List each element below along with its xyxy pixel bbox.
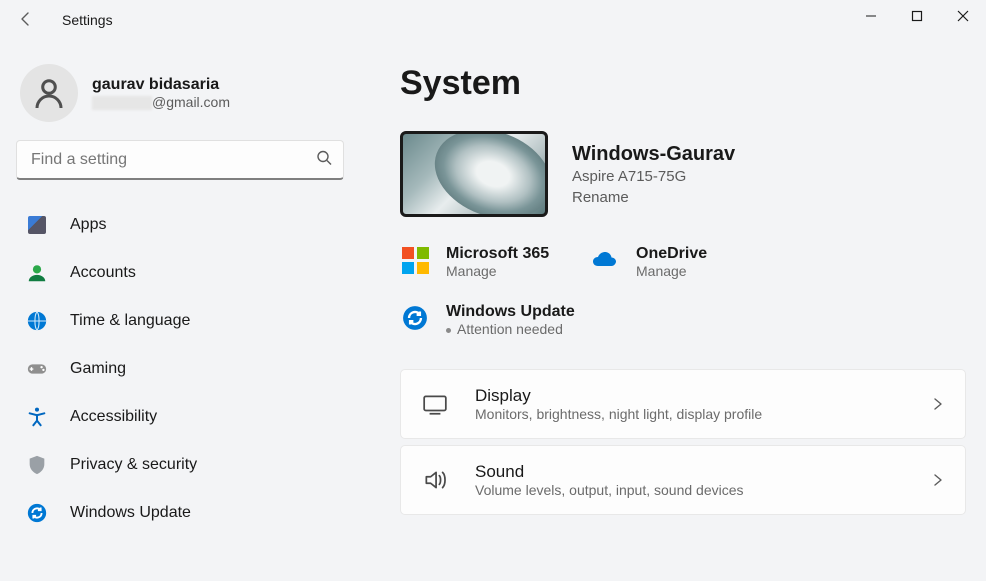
sidebar-item-label: Time & language [70,312,190,330]
card-subtitle: Monitors, brightness, night light, displ… [475,406,905,422]
sidebar-item-label: Apps [70,216,106,234]
onedrive-icon [590,245,620,275]
accounts-icon [26,262,48,284]
settings-card-display[interactable]: Display Monitors, brightness, night ligh… [400,369,966,439]
status-title: Windows Update [446,303,575,321]
close-button[interactable] [940,0,986,32]
profile-name: gaurav bidasaria [92,76,230,94]
sidebar-item-privacy-security[interactable]: Privacy & security [16,442,344,488]
sidebar-item-label: Privacy & security [70,456,197,474]
sidebar-item-gaming[interactable]: Gaming [16,346,344,392]
sidebar-item-accessibility[interactable]: Accessibility [16,394,344,440]
sound-icon [421,466,449,494]
sidebar-item-time-language[interactable]: Time & language [16,298,344,344]
apps-icon [26,214,48,236]
status-onedrive[interactable]: OneDrive Manage [590,241,780,283]
sidebar-item-accounts[interactable]: Accounts [16,250,344,296]
accessibility-icon [26,406,48,428]
display-icon [421,390,449,418]
card-subtitle: Volume levels, output, input, sound devi… [475,482,905,498]
status-title: Microsoft 365 [446,245,549,263]
search-icon[interactable] [316,150,332,171]
card-title: Sound [475,462,905,482]
rename-link[interactable]: Rename [572,189,735,206]
status-microsoft-365[interactable]: Microsoft 365 Manage [400,241,590,283]
windows-update-icon [400,303,430,333]
profile-email: @gmail.com [92,94,230,110]
maximize-button[interactable] [894,0,940,32]
card-title: Display [475,386,905,406]
device-model: Aspire A715-75G [572,168,735,185]
time-language-icon [26,310,48,332]
microsoft-365-icon [400,245,430,275]
sidebar-item-label: Windows Update [70,504,191,522]
search-input[interactable] [16,140,344,180]
privacy-security-icon [26,454,48,476]
device-name: Windows-Gaurav [572,143,735,166]
chevron-right-icon [931,473,945,487]
sidebar-item-label: Accounts [70,264,136,282]
status-title: OneDrive [636,245,707,263]
sidebar-item-label: Accessibility [70,408,157,426]
status-subtitle: Manage [636,263,707,279]
settings-card-sound[interactable]: Sound Volume levels, output, input, soun… [400,445,966,515]
page-title: System [400,64,966,103]
device-thumbnail[interactable] [400,131,548,217]
sidebar-item-apps[interactable]: Apps [16,202,344,248]
sidebar-item-windows-update[interactable]: Windows Update [16,490,344,536]
minimize-button[interactable] [848,0,894,32]
status-subtitle: Attention needed [446,321,575,337]
app-title: Settings [62,12,113,28]
gaming-icon [26,358,48,380]
windows-update-icon [26,502,48,524]
chevron-right-icon [931,397,945,411]
back-button[interactable] [18,11,36,29]
profile-block[interactable]: gaurav bidasaria @gmail.com [16,58,344,140]
status-windows-update[interactable]: Windows Update Attention needed [400,299,780,341]
status-subtitle: Manage [446,263,549,279]
avatar [20,64,78,122]
sidebar-item-label: Gaming [70,360,126,378]
